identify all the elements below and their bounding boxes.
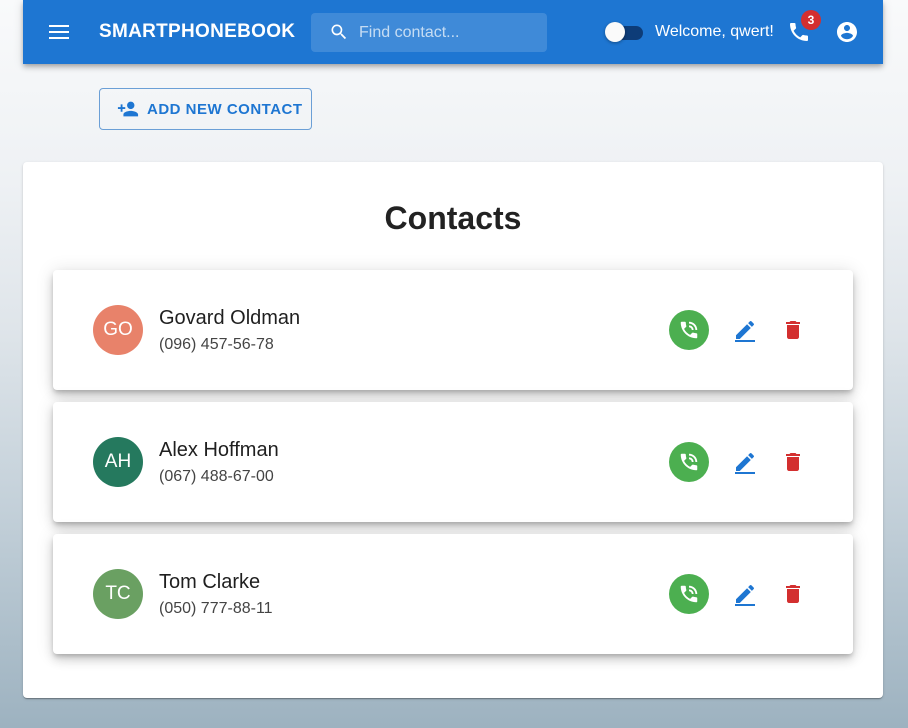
delete-button[interactable]	[781, 582, 805, 606]
person-add-icon	[117, 98, 139, 120]
edit-button[interactable]	[733, 450, 757, 474]
contacts-panel: Contacts GO Govard Oldman (096) 457-56-7…	[23, 162, 883, 698]
edit-icon	[735, 584, 755, 606]
account-button[interactable]	[835, 20, 859, 44]
contact-card: GO Govard Oldman (096) 457-56-78	[53, 270, 853, 390]
account-circle-icon	[837, 22, 857, 42]
app-bar: SMARTPHONEBOOK Welcome, qwert! 3	[23, 0, 883, 64]
phone-in-talk-icon	[680, 585, 698, 603]
edit-button[interactable]	[733, 318, 757, 342]
phone-in-talk-icon	[680, 321, 698, 339]
search-icon	[331, 24, 347, 40]
avatar: TC	[93, 569, 143, 619]
add-new-contact-label: ADD NEW CONTACT	[147, 100, 303, 118]
delete-icon	[786, 453, 800, 471]
theme-toggle-switch[interactable]	[605, 22, 645, 42]
phone-in-talk-icon	[680, 453, 698, 471]
contact-name: Govard Oldman	[159, 307, 301, 329]
contact-name: Alex Hoffman	[159, 439, 279, 461]
call-button[interactable]	[669, 442, 709, 482]
contact-name: Tom Clarke	[159, 571, 261, 593]
menu-icon	[49, 25, 69, 39]
contact-phone: (050) 777-88-11	[159, 600, 273, 617]
delete-button[interactable]	[781, 318, 805, 342]
contact-card: AH Alex Hoffman (067) 488-67-00	[53, 402, 853, 522]
contact-phone: (096) 457-56-78	[159, 336, 274, 353]
delete-button[interactable]	[781, 450, 805, 474]
delete-icon	[786, 585, 800, 603]
page-title: Contacts	[384, 200, 522, 236]
app-title: SMARTPHONEBOOK	[99, 21, 296, 42]
edit-icon	[735, 452, 755, 474]
avatar: AH	[93, 437, 143, 487]
call-button[interactable]	[669, 310, 709, 350]
search-box	[311, 13, 547, 52]
welcome-text: Welcome, qwert!	[655, 23, 774, 40]
search-input[interactable]	[359, 13, 539, 52]
edit-button[interactable]	[733, 582, 757, 606]
edit-icon	[735, 320, 755, 342]
calls-badge: 3	[801, 10, 821, 30]
contact-phone: (067) 488-67-00	[159, 468, 274, 485]
contact-card: TC Tom Clarke (050) 777-88-11	[53, 534, 853, 654]
add-new-contact-button[interactable]: ADD NEW CONTACT	[99, 88, 312, 130]
delete-icon	[786, 321, 800, 339]
avatar: GO	[93, 305, 143, 355]
call-button[interactable]	[669, 574, 709, 614]
menu-button[interactable]	[47, 20, 71, 44]
toggle-thumb	[605, 22, 625, 42]
